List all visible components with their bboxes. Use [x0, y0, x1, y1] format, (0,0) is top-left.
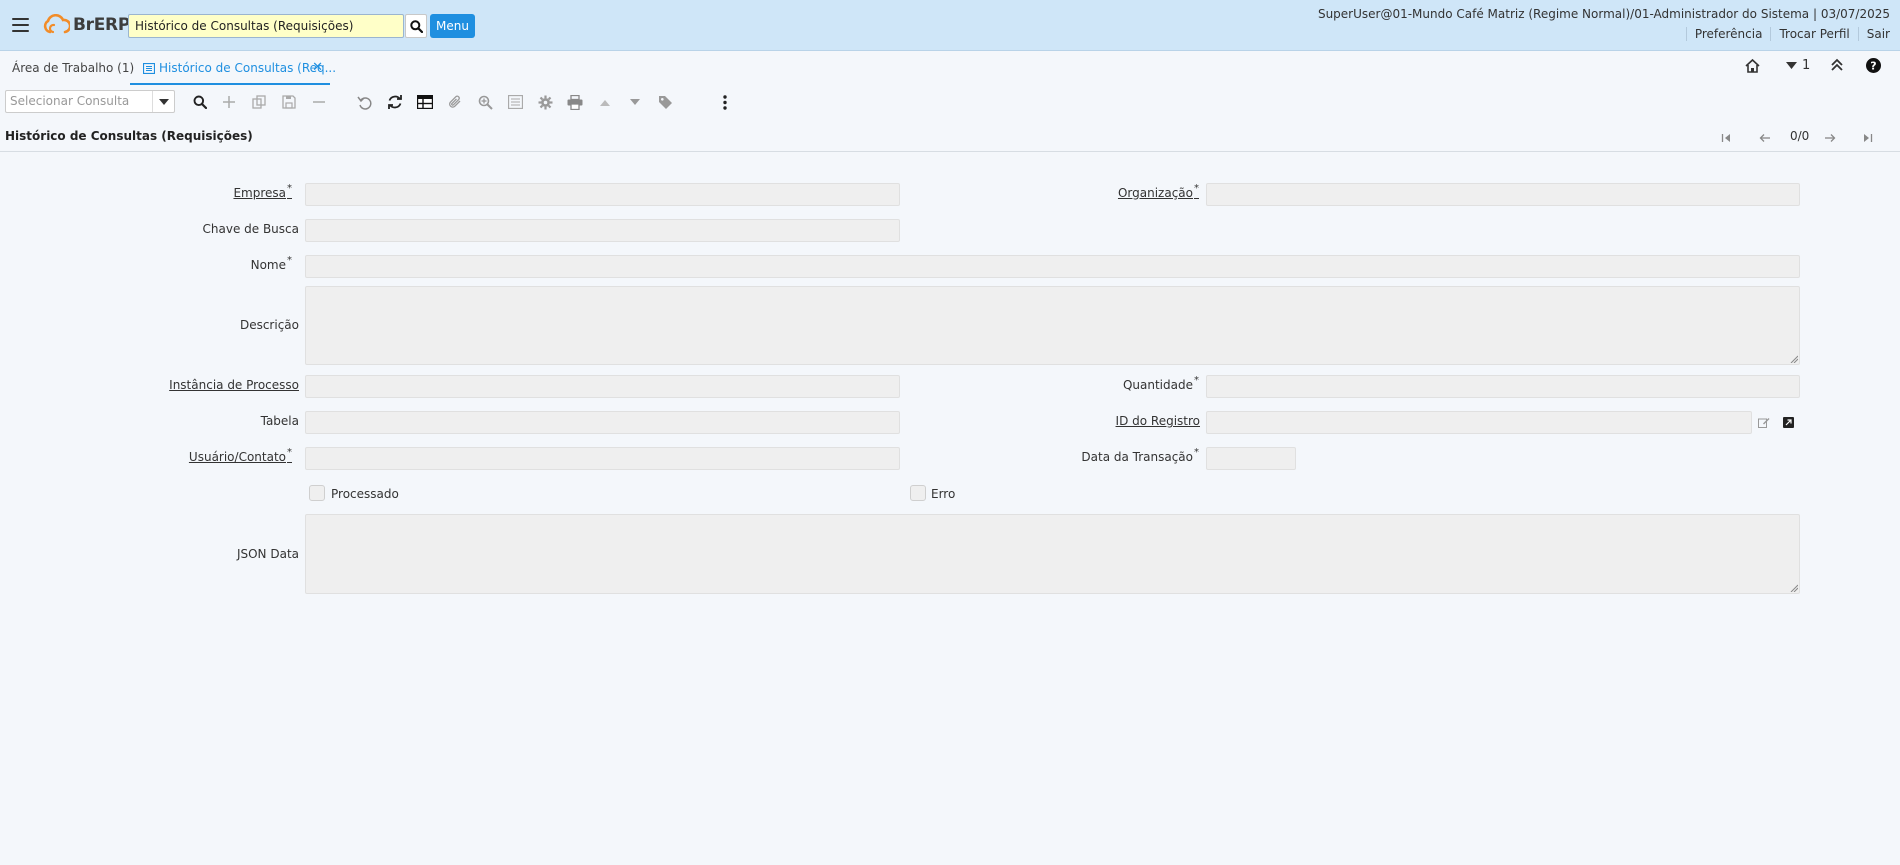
page-title: Histórico de Consultas (Requisições): [5, 129, 253, 143]
id-registro-field[interactable]: [1206, 411, 1752, 434]
select-query-placeholder: Selecionar Consulta: [10, 94, 130, 108]
search-icon: [409, 19, 423, 33]
report-icon[interactable]: [505, 92, 525, 112]
user-links: Preferência Trocar Perfil Sair: [1685, 27, 1890, 41]
window-tabs: Área de Trabalho (1) Histórico de Consul…: [0, 52, 1900, 85]
label-organizacao[interactable]: Organização*: [1118, 183, 1199, 200]
usuario-contato-field[interactable]: [305, 447, 900, 470]
tab-work-area[interactable]: Área de Trabalho (1): [12, 52, 134, 85]
process-gear-icon[interactable]: [535, 92, 555, 112]
label-usuario-contato[interactable]: Usuário/Contato*: [189, 447, 292, 464]
collapse-header-icon[interactable]: [1830, 58, 1844, 72]
logout-link[interactable]: Sair: [1857, 27, 1890, 41]
label-id-registro[interactable]: ID do Registro: [1116, 414, 1200, 428]
processado-label: Processado: [331, 487, 399, 501]
grid-toggle-icon[interactable]: [415, 92, 435, 112]
previous-record-icon[interactable]: [1757, 130, 1773, 146]
copy-record-icon[interactable]: [249, 92, 269, 112]
move-down-icon[interactable]: [625, 92, 645, 112]
organizacao-field[interactable]: [1206, 183, 1800, 206]
resize-grip-icon[interactable]: [1790, 355, 1798, 363]
first-record-icon[interactable]: [1718, 130, 1734, 146]
zoom-across-icon[interactable]: [475, 92, 495, 112]
tab-query-history[interactable]: Histórico de Consultas (Req... ✕: [130, 52, 336, 85]
find-icon[interactable]: [190, 92, 210, 112]
chave-busca-field[interactable]: [305, 219, 900, 242]
window-icon: [143, 63, 155, 74]
nome-field[interactable]: [305, 255, 1800, 278]
print-icon[interactable]: [565, 92, 585, 112]
attachment-icon[interactable]: [445, 92, 465, 112]
record-count: 0/0: [1790, 129, 1810, 143]
data-transacao-field[interactable]: [1206, 447, 1296, 470]
cloud-logo-icon: [43, 14, 70, 34]
refresh-icon[interactable]: [385, 92, 405, 112]
open-record-icon[interactable]: [1778, 412, 1798, 432]
processado-checkbox[interactable]: [309, 485, 325, 501]
global-search-input[interactable]: Histórico de Consultas (Requisições): [128, 14, 404, 38]
change-role-link[interactable]: Trocar Perfil: [1770, 27, 1857, 41]
label-empresa[interactable]: Empresa*: [233, 183, 292, 200]
more-options-icon[interactable]: [715, 92, 735, 112]
svg-text:?: ?: [1870, 60, 1876, 73]
label-quantidade: Quantidade*: [1122, 375, 1199, 392]
json-data-textarea[interactable]: [305, 514, 1800, 594]
tabela-field[interactable]: [305, 411, 900, 434]
home-icon[interactable]: [1744, 58, 1761, 74]
menu-button[interactable]: Menu: [430, 14, 475, 38]
caret-down-icon: [1786, 61, 1797, 69]
label-data-transacao: Data da Transação*: [1081, 447, 1199, 464]
undo-icon[interactable]: [355, 92, 375, 112]
label-descricao: Descrição: [239, 318, 299, 332]
window-title-bar: Histórico de Consultas (Requisições) 0/0: [0, 125, 1900, 152]
user-info: SuperUser@01-Mundo Café Matriz (Regime N…: [1317, 7, 1890, 21]
tab-dropdown[interactable]: 1: [1786, 58, 1810, 73]
tag-icon[interactable]: [655, 92, 675, 112]
edit-record-icon[interactable]: [1754, 412, 1774, 432]
label-tabela: Tabela: [260, 414, 299, 428]
toolbar: Selecionar Consulta: [0, 88, 1900, 116]
save-icon[interactable]: [279, 92, 299, 112]
erro-checkbox[interactable]: [910, 485, 926, 501]
quantidade-field[interactable]: [1206, 375, 1800, 398]
move-up-icon[interactable]: [595, 92, 615, 112]
label-nome: Nome*: [250, 255, 292, 272]
erro-label: Erro: [931, 487, 956, 501]
label-json-data: JSON Data: [236, 547, 299, 561]
close-tab-icon[interactable]: ✕: [312, 52, 323, 84]
label-chave-busca: Chave de Busca: [202, 222, 300, 236]
label-instancia-processo[interactable]: Instância de Processo: [169, 378, 299, 392]
search-button[interactable]: [405, 14, 427, 38]
new-record-icon[interactable]: [219, 92, 239, 112]
instancia-processo-field[interactable]: [305, 375, 900, 398]
next-record-icon[interactable]: [1822, 130, 1838, 146]
preferences-link[interactable]: Preferência: [1685, 27, 1771, 41]
tab-count: 1: [1802, 58, 1811, 73]
select-query-dropdown[interactable]: Selecionar Consulta: [5, 90, 175, 113]
hamburger-menu-icon[interactable]: [12, 18, 29, 32]
logo-text: BrERP: [73, 15, 131, 35]
descricao-textarea[interactable]: [305, 286, 1800, 365]
empresa-field[interactable]: [305, 183, 900, 206]
last-record-icon[interactable]: [1860, 130, 1876, 146]
brerp-logo[interactable]: BrERP: [42, 12, 130, 38]
top-header: BrERP Histórico de Consultas (Requisiçõe…: [0, 0, 1900, 51]
help-icon[interactable]: ?: [1866, 58, 1881, 73]
dropdown-arrow-icon[interactable]: [152, 91, 174, 112]
delete-record-icon[interactable]: [309, 92, 329, 112]
resize-grip-icon[interactable]: [1790, 584, 1798, 592]
tab-label: Histórico de Consultas (Req...: [159, 61, 337, 75]
